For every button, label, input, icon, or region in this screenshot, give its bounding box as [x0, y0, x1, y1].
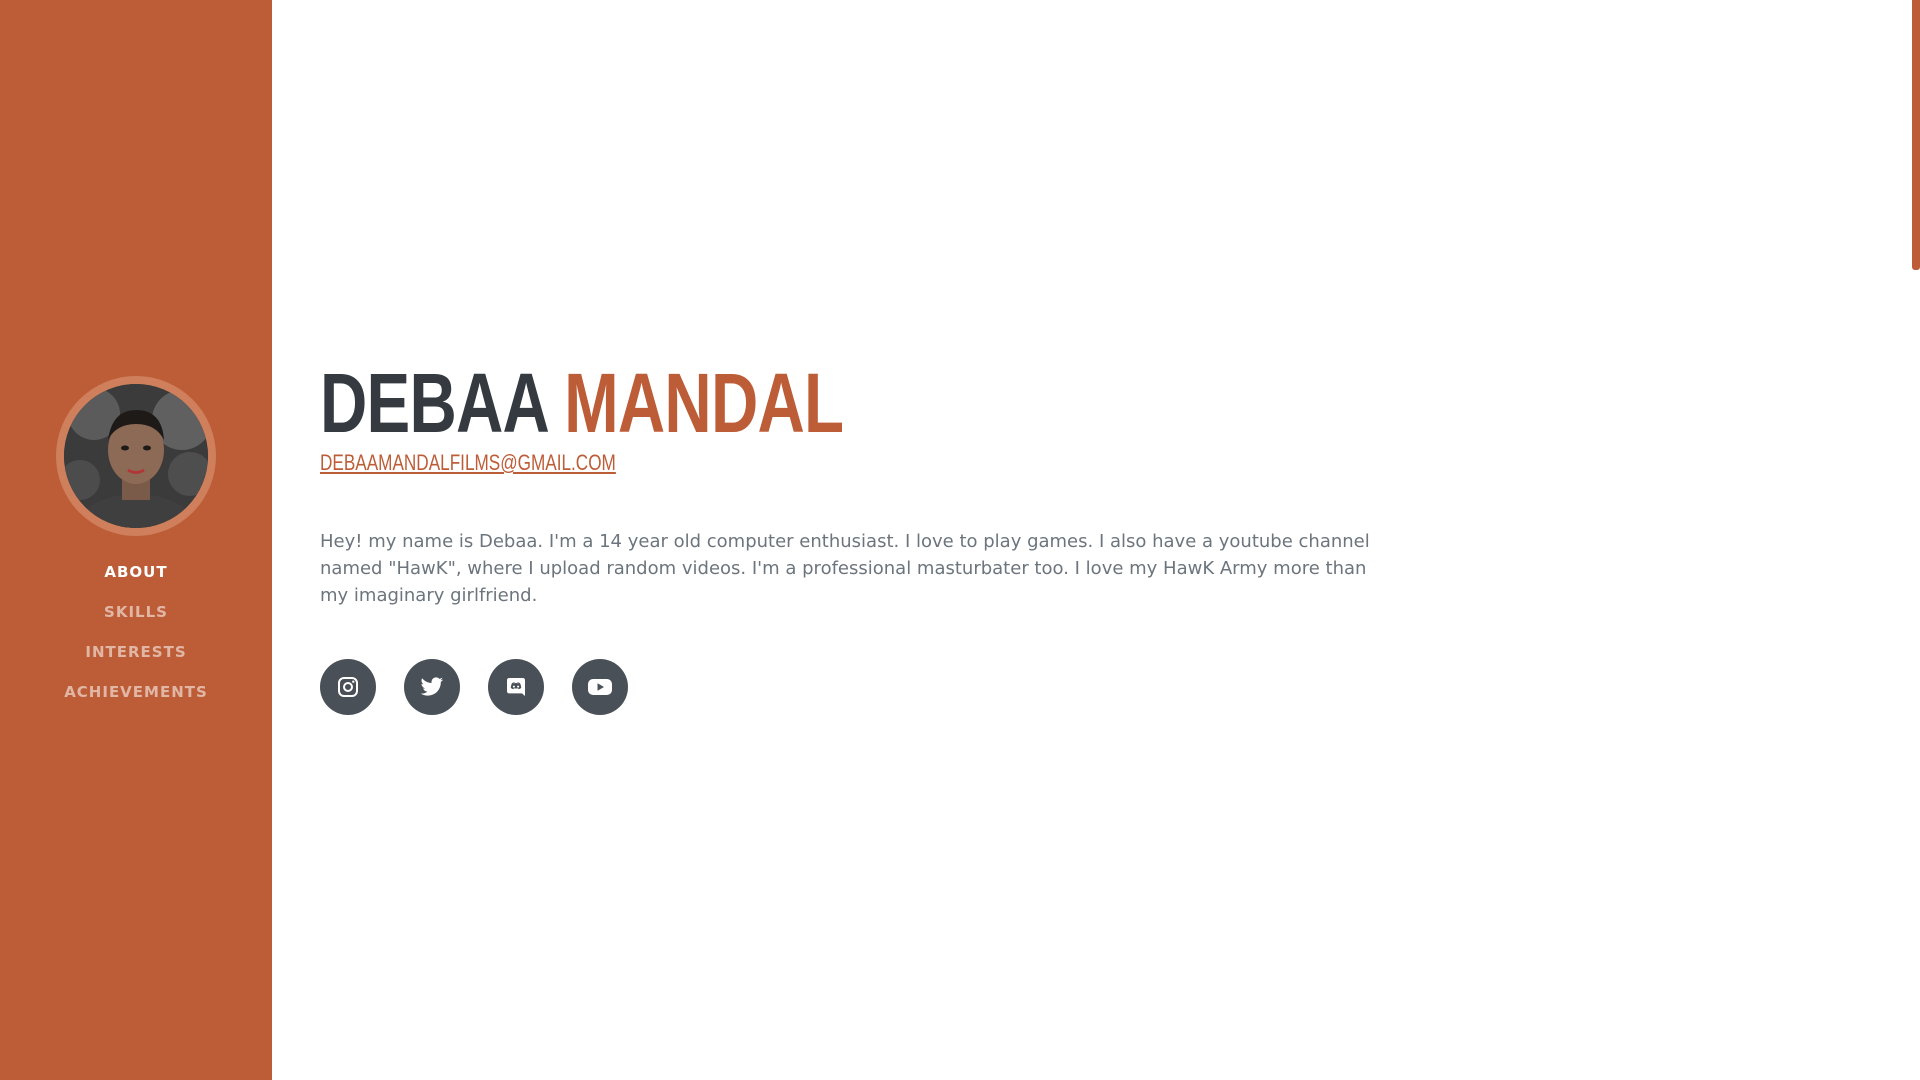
youtube-button[interactable]	[572, 659, 628, 715]
about-section: DEBAA MANDAL DEBAAMANDALFILMS@GMAIL.COM …	[320, 358, 1370, 715]
avatar-image	[64, 384, 208, 528]
discord-icon	[507, 678, 525, 696]
discord-button[interactable]	[488, 659, 544, 715]
nav-item-achievements[interactable]: ACHIEVEMENTS	[0, 676, 272, 716]
instagram-icon	[338, 677, 358, 697]
scrollbar-thumb[interactable]	[1912, 0, 1920, 270]
instagram-button[interactable]	[320, 659, 376, 715]
twitter-icon	[420, 677, 444, 696]
sidebar: ABOUT SKILLS INTERESTS ACHIEVEMENTS	[0, 0, 272, 1080]
bio-text: Hey! my name is Debaa. I'm a 14 year old…	[320, 531, 1370, 606]
avatar-ring	[56, 376, 216, 536]
main-content: DEBAA MANDAL DEBAAMANDALFILMS@GMAIL.COM …	[272, 0, 1920, 1080]
first-name: DEBAA	[320, 356, 547, 450]
email-link[interactable]: DEBAAMANDALFILMS@GMAIL.COM	[320, 450, 616, 476]
social-icons	[320, 659, 1370, 715]
youtube-icon	[588, 679, 612, 695]
avatar	[64, 384, 208, 528]
page-title: DEBAA MANDAL	[320, 358, 1139, 448]
twitter-button[interactable]	[404, 659, 460, 715]
nav-item-skills[interactable]: SKILLS	[0, 596, 272, 636]
nav-item-about[interactable]: ABOUT	[0, 556, 272, 596]
last-name: MANDAL	[564, 356, 844, 450]
nav-item-interests[interactable]: INTERESTS	[0, 636, 272, 676]
sidebar-nav: ABOUT SKILLS INTERESTS ACHIEVEMENTS	[0, 556, 272, 716]
